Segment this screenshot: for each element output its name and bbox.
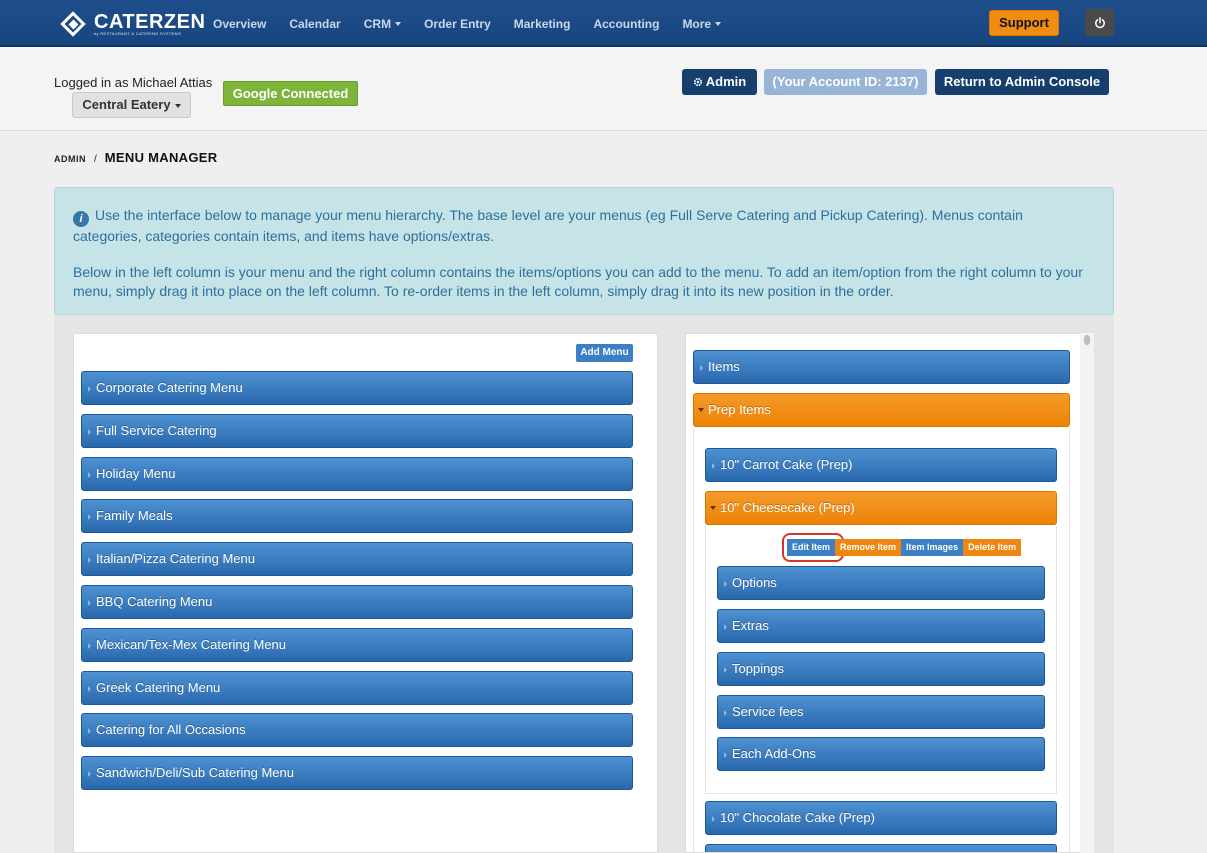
admin-button[interactable]: Admin bbox=[682, 69, 757, 95]
gear-icon bbox=[693, 77, 702, 87]
item-cheesecake[interactable]: 10" Cheesecake (Prep) bbox=[705, 491, 1057, 525]
store-dropdown[interactable]: Central Eatery bbox=[72, 92, 191, 118]
google-connected-button[interactable]: Google Connected bbox=[223, 81, 358, 106]
item-chocolate-cake[interactable]: 10" Chocolate Cake (Prep) bbox=[705, 801, 1057, 835]
page-title: MENU MANAGER bbox=[104, 150, 218, 165]
power-icon bbox=[1094, 16, 1105, 28]
menu-item[interactable]: Sandwich/Deli/Sub Catering Menu bbox=[81, 756, 633, 790]
items-column: Items Prep Items 10" Carrot Cake (Prep) … bbox=[685, 333, 1094, 853]
subgroup-toppings[interactable]: Toppings bbox=[717, 652, 1045, 686]
nav-calendar[interactable]: Calendar bbox=[289, 17, 340, 31]
info-text-1: Use the interface below to manage your m… bbox=[73, 207, 1023, 244]
logo[interactable]: CATERZEN by RESTAURANT & CATERING SYSTEM… bbox=[60, 9, 205, 39]
edit-item-button[interactable]: Edit Item bbox=[787, 539, 836, 556]
chevron-down-icon bbox=[174, 103, 181, 108]
main-nav: Overview Calendar CRM Order Entry Market… bbox=[213, 0, 744, 47]
chevron-down-icon bbox=[715, 22, 722, 27]
menu-column: Add Menu Corporate Catering Menu Full Se… bbox=[73, 333, 658, 853]
subgroup-extras[interactable]: Extras bbox=[717, 609, 1045, 643]
logout-button[interactable] bbox=[1085, 9, 1114, 36]
top-nav: CATERZEN by RESTAURANT & CATERING SYSTEM… bbox=[0, 0, 1207, 47]
menu-item[interactable]: Corporate Catering Menu bbox=[81, 371, 633, 405]
subgroup-each-add-ons[interactable]: Each Add-Ons bbox=[717, 737, 1045, 771]
menu-manager-panel: Add Menu Corporate Catering Menu Full Se… bbox=[54, 315, 1114, 853]
return-to-admin-button[interactable]: Return to Admin Console bbox=[935, 69, 1109, 95]
nav-overview[interactable]: Overview bbox=[213, 17, 266, 31]
info-icon: i bbox=[73, 211, 89, 227]
menu-item[interactable]: Greek Catering Menu bbox=[81, 671, 633, 705]
remove-item-button[interactable]: Remove Item bbox=[835, 539, 902, 556]
items-scrollbar[interactable] bbox=[1080, 333, 1094, 853]
info-alert: i Use the interface below to manage your … bbox=[54, 187, 1114, 315]
menu-item[interactable]: Catering for All Occasions bbox=[81, 713, 633, 747]
item-carrot-cake[interactable]: 10" Carrot Cake (Prep) bbox=[705, 448, 1057, 482]
item-images-button[interactable]: Item Images bbox=[901, 539, 964, 556]
delete-item-button[interactable]: Delete Item bbox=[963, 539, 1022, 556]
chevron-down-icon bbox=[395, 22, 402, 27]
add-menu-button[interactable]: Add Menu bbox=[576, 344, 633, 362]
nav-more[interactable]: More bbox=[682, 17, 722, 31]
info-text-2: Below in the left column is your menu an… bbox=[73, 264, 1083, 299]
breadcrumb-separator: / bbox=[94, 154, 97, 165]
scrollbar-thumb[interactable] bbox=[1084, 335, 1090, 345]
menu-item[interactable]: Holiday Menu bbox=[81, 457, 633, 491]
account-id-badge: (Your Account ID: 2137) bbox=[764, 69, 927, 95]
menu-item[interactable]: Mexican/Tex-Mex Catering Menu bbox=[81, 628, 633, 662]
caterzen-logo-icon bbox=[60, 11, 86, 37]
subgroup-service-fees[interactable]: Service fees bbox=[717, 695, 1045, 729]
menu-item[interactable]: BBQ Catering Menu bbox=[81, 585, 633, 619]
nav-marketing[interactable]: Marketing bbox=[514, 17, 571, 31]
prep-items-group[interactable]: Prep Items bbox=[693, 393, 1070, 427]
breadcrumb: ADMIN / MENU MANAGER bbox=[54, 150, 217, 165]
menu-item[interactable]: Family Meals bbox=[81, 499, 633, 533]
account-bar: Logged in as Michael Attias Central Eate… bbox=[0, 47, 1207, 131]
brand-name: CATERZEN bbox=[94, 10, 206, 33]
support-button[interactable]: Support bbox=[989, 10, 1059, 36]
menu-item[interactable]: Italian/Pizza Catering Menu bbox=[81, 542, 633, 576]
items-group[interactable]: Items bbox=[693, 350, 1070, 384]
nav-crm[interactable]: CRM bbox=[364, 17, 402, 31]
logged-in-text: Logged in as Michael Attias bbox=[54, 75, 213, 90]
subgroup-options[interactable]: Options bbox=[717, 566, 1045, 600]
breadcrumb-admin[interactable]: ADMIN bbox=[54, 154, 86, 164]
nav-order-entry[interactable]: Order Entry bbox=[424, 17, 491, 31]
item-next[interactable] bbox=[705, 844, 1057, 852]
nav-accounting[interactable]: Accounting bbox=[593, 17, 659, 31]
menu-item[interactable]: Full Service Catering bbox=[81, 414, 633, 448]
item-actions: Edit Item Remove Item Item Images Delete… bbox=[787, 539, 1022, 556]
